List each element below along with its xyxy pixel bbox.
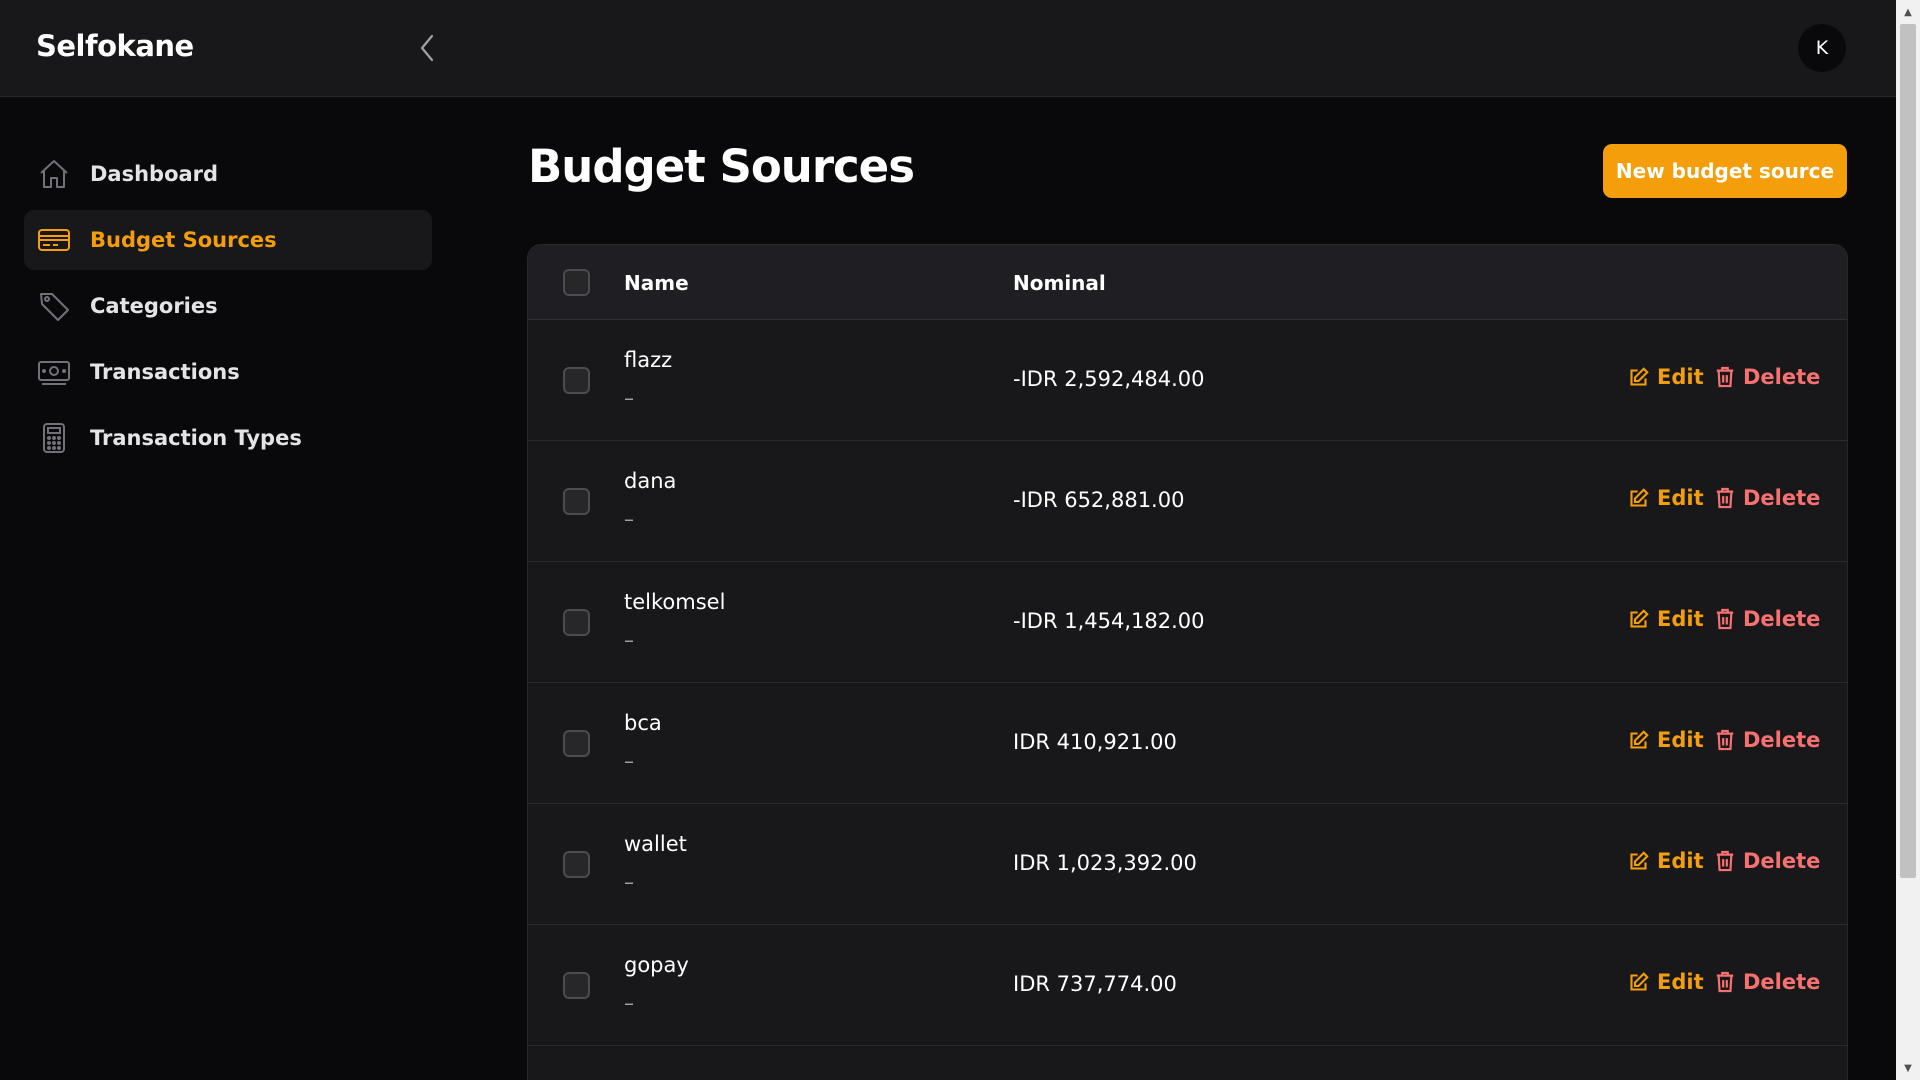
delete-label: Delete xyxy=(1743,728,1821,752)
brand-logo[interactable]: Selfokane xyxy=(36,29,194,63)
row-description: – xyxy=(624,507,634,531)
sidebar-item-dashboard[interactable]: Dashboard xyxy=(24,144,432,204)
row-name: bca xyxy=(624,711,662,735)
table-row: wallet – IDR 1,023,392.00 Edit Delete xyxy=(528,804,1847,925)
table-header: Name Nominal xyxy=(528,245,1847,320)
scroll-down-arrow[interactable]: ▼ xyxy=(1896,1058,1920,1078)
edit-icon xyxy=(1630,366,1649,386)
trash-icon xyxy=(1716,366,1734,388)
row-nominal: -IDR 1,454,182.00 xyxy=(1013,609,1205,633)
row-name: telkomsel xyxy=(624,590,726,614)
edit-button[interactable]: Edit xyxy=(1628,486,1704,510)
trash-icon xyxy=(1716,850,1734,872)
row-nominal: IDR 737,774.00 xyxy=(1013,972,1177,996)
row-name: gopay xyxy=(624,953,689,977)
table-row: telkomsel – -IDR 1,454,182.00 Edit Delet… xyxy=(528,562,1847,683)
select-all-checkbox[interactable] xyxy=(563,269,590,296)
sidebar: Dashboard Budget Sources Categories Tran… xyxy=(24,144,432,474)
delete-label: Delete xyxy=(1743,970,1821,994)
delete-button[interactable]: Delete xyxy=(1715,849,1820,873)
column-header-name[interactable]: Name xyxy=(624,271,689,295)
sidebar-item-categories[interactable]: Categories xyxy=(24,276,432,336)
edit-button[interactable]: Edit xyxy=(1628,849,1704,873)
row-description: – xyxy=(624,749,634,773)
edit-button[interactable]: Edit xyxy=(1628,728,1704,752)
edit-icon xyxy=(1630,729,1649,749)
new-budget-source-button[interactable]: New budget source xyxy=(1603,144,1847,198)
delete-button[interactable]: Delete xyxy=(1715,365,1820,389)
edit-label: Edit xyxy=(1657,970,1704,994)
delete-button[interactable]: Delete xyxy=(1715,728,1820,752)
cash-icon xyxy=(38,356,70,388)
home-icon xyxy=(38,158,70,190)
top-bar: Selfokane K xyxy=(0,0,1896,97)
row-checkbox[interactable] xyxy=(563,730,590,757)
delete-label: Delete xyxy=(1743,486,1821,510)
sidebar-item-label: Budget Sources xyxy=(90,228,277,252)
scroll-up-arrow[interactable]: ▲ xyxy=(1896,2,1920,22)
edit-button[interactable]: Edit xyxy=(1628,365,1704,389)
sidebar-item-label: Categories xyxy=(90,294,218,318)
delete-label: Delete xyxy=(1743,849,1821,873)
edit-icon xyxy=(1630,487,1649,507)
sidebar-item-transaction-types[interactable]: Transaction Types xyxy=(24,408,432,468)
edit-button[interactable]: Edit xyxy=(1628,607,1704,631)
column-header-nominal[interactable]: Nominal xyxy=(1013,271,1106,295)
scroll-thumb[interactable] xyxy=(1900,24,1916,878)
table-row: flazz – -IDR 2,592,484.00 Edit Delete xyxy=(528,320,1847,441)
delete-button[interactable]: Delete xyxy=(1715,486,1820,510)
row-nominal: -IDR 652,881.00 xyxy=(1013,488,1185,512)
table-row: dana – -IDR 652,881.00 Edit Delete xyxy=(528,441,1847,562)
budget-sources-table: Name Nominal flazz – -IDR 2,592,484.00 E… xyxy=(527,244,1848,1080)
trash-icon xyxy=(1716,608,1734,630)
calculator-icon xyxy=(38,422,70,454)
row-name: dana xyxy=(624,469,677,493)
row-description: – xyxy=(624,870,634,894)
row-checkbox[interactable] xyxy=(563,851,590,878)
edit-button[interactable]: Edit xyxy=(1628,970,1704,994)
row-checkbox[interactable] xyxy=(563,972,590,999)
sidebar-item-transactions[interactable]: Transactions xyxy=(24,342,432,402)
delete-button[interactable]: Delete xyxy=(1715,607,1820,631)
row-name: wallet xyxy=(624,832,687,856)
edit-label: Edit xyxy=(1657,486,1704,510)
table-row: bca – IDR 410,921.00 Edit Delete xyxy=(528,683,1847,804)
row-nominal: -IDR 2,592,484.00 xyxy=(1013,367,1205,391)
row-nominal: IDR 410,921.00 xyxy=(1013,730,1177,754)
row-checkbox[interactable] xyxy=(563,609,590,636)
user-avatar[interactable]: K xyxy=(1798,24,1846,72)
collapse-sidebar-button[interactable] xyxy=(412,30,442,66)
sidebar-item-label: Transactions xyxy=(90,360,240,384)
table-row: gopay – IDR 737,774.00 Edit Delete xyxy=(528,925,1847,1046)
trash-icon xyxy=(1716,729,1734,751)
tag-icon xyxy=(38,290,70,322)
edit-label: Edit xyxy=(1657,607,1704,631)
page-scrollbar[interactable]: ▲ ▼ xyxy=(1896,0,1920,1080)
delete-button[interactable]: Delete xyxy=(1715,970,1820,994)
row-description: – xyxy=(624,386,634,410)
row-name: flazz xyxy=(624,348,673,372)
row-checkbox[interactable] xyxy=(563,488,590,515)
edit-label: Edit xyxy=(1657,849,1704,873)
delete-label: Delete xyxy=(1743,607,1821,631)
edit-label: Edit xyxy=(1657,365,1704,389)
row-description: – xyxy=(624,628,634,652)
sidebar-item-label: Dashboard xyxy=(90,162,219,186)
row-checkbox[interactable] xyxy=(563,367,590,394)
delete-label: Delete xyxy=(1743,365,1821,389)
edit-label: Edit xyxy=(1657,728,1704,752)
edit-icon xyxy=(1630,971,1649,991)
credit-card-icon xyxy=(38,224,70,256)
page-title: Budget Sources xyxy=(528,140,915,193)
row-nominal: IDR 1,023,392.00 xyxy=(1013,851,1197,875)
sidebar-item-budget-sources[interactable]: Budget Sources xyxy=(24,210,432,270)
trash-icon xyxy=(1716,487,1734,509)
edit-icon xyxy=(1630,608,1649,628)
chevron-left-icon xyxy=(420,34,434,62)
trash-icon xyxy=(1716,971,1734,993)
sidebar-item-label: Transaction Types xyxy=(90,426,302,450)
row-description: – xyxy=(624,991,634,1015)
edit-icon xyxy=(1630,850,1649,870)
